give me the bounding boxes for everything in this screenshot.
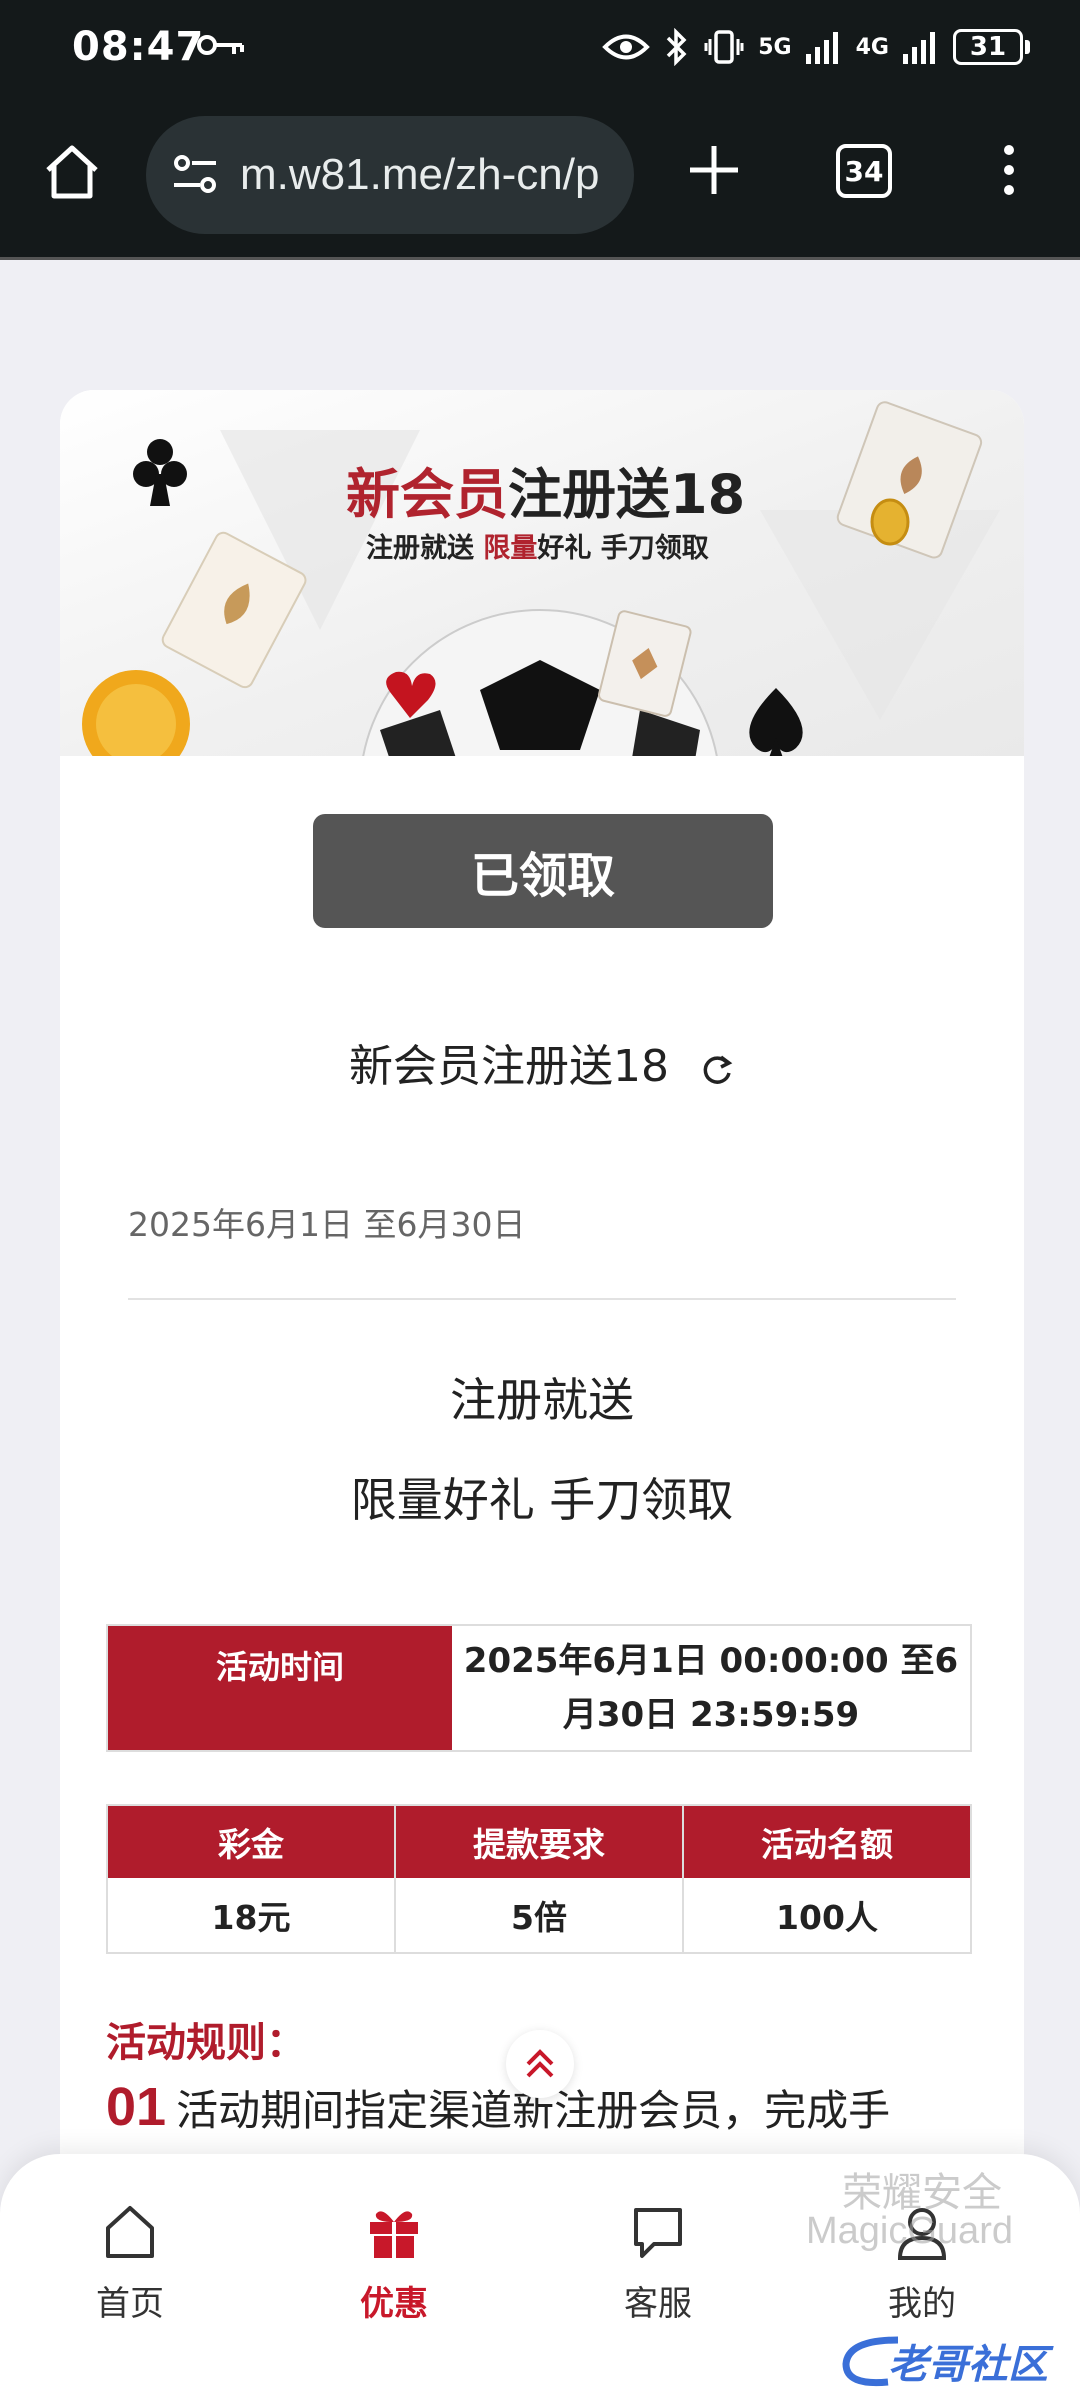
table-header-cell: 活动名额	[761, 1825, 893, 1864]
double-chevron-up-icon	[526, 2049, 554, 2078]
vibrate-icon	[704, 30, 744, 64]
rule-item: 01 活动期间指定渠道新注册会员，完成手	[106, 2076, 890, 2138]
promo-description-line1: 注册就送	[450, 1373, 634, 1427]
table-header-row: 彩金 提款要求 活动名额	[108, 1806, 970, 1878]
table-row: 18元 5倍 100人	[108, 1878, 970, 1952]
promo-banner: 新会员注册送18 注册就送 限量好礼 手刀领取	[60, 390, 1024, 756]
home-icon	[106, 2206, 154, 2258]
table-cell: 100人	[776, 1898, 878, 1937]
table-header-cell: 彩金	[108, 1806, 396, 1878]
home-icon[interactable]	[40, 140, 104, 204]
logo-swoosh-icon	[842, 2336, 899, 2387]
eye-icon	[602, 34, 651, 60]
table-cell: 18元	[108, 1878, 396, 1952]
table-cell: 5倍	[396, 1878, 684, 1952]
promo-date-range: 2025年6月1日 至6月30日	[128, 1205, 526, 1244]
bluetooth-icon	[667, 28, 687, 66]
nav-label: 首页	[96, 2284, 164, 2324]
banner-title: 新会员注册送18	[346, 463, 746, 526]
brand-logo: 老哥社区	[838, 2330, 1074, 2392]
signal-icon	[805, 32, 838, 64]
gift-icon	[370, 2211, 418, 2258]
key-icon	[197, 35, 244, 55]
network-4g-label: 4G	[855, 34, 889, 60]
watermark-text: MagicGuard	[806, 2210, 1013, 2252]
claimed-button[interactable]: 已领取	[313, 814, 773, 928]
new-tab-icon[interactable]	[684, 140, 744, 200]
nav-item-home[interactable]: 首页	[50, 2202, 210, 2325]
nav-item-promotions[interactable]: 优惠	[314, 2202, 474, 2325]
nav-label: 我的	[888, 2284, 956, 2324]
activity-time-value: 2025年6月1日 00:00:00 至6月30日 23:59:59	[463, 1641, 959, 1735]
chat-icon	[634, 2208, 682, 2258]
activity-time-table: 活动时间 2025年6月1日 00:00:00 至6月30日 23:59:59	[106, 1624, 972, 1752]
table-header-cell: 提款要求	[396, 1806, 684, 1878]
promo-card: 新会员注册送18 注册就送 限量好礼 手刀领取 已领取 新会员注册送18 202…	[60, 390, 1024, 2400]
browser-toolbar: m.w81.me/zh-cn/p 34	[0, 100, 1080, 260]
rules-title: 活动规则：	[106, 2020, 306, 2066]
tab-switcher-button[interactable]: 34	[836, 144, 892, 198]
address-bar[interactable]: m.w81.me/zh-cn/p	[146, 116, 634, 234]
activity-time-header: 活动时间	[108, 1626, 452, 1750]
bonus-table: 彩金 提款要求 活动名额 18元 5倍 100人	[106, 1804, 972, 1954]
status-bar: 08:47 5G 4G 31	[0, 0, 1080, 100]
battery-level: 31	[953, 29, 1023, 65]
promo-description-line2: 限量好礼 手刀领取	[350, 1473, 734, 1527]
brand-text: 老哥社区	[888, 2342, 1048, 2388]
url-text: m.w81.me/zh-cn/p	[240, 150, 600, 199]
refresh-icon[interactable]	[699, 1051, 735, 1087]
signal-icon	[903, 32, 935, 64]
banner-subtitle: 注册就送 限量好礼 手刀领取	[366, 533, 709, 564]
nav-item-customer-service[interactable]: 客服	[578, 2202, 738, 2325]
nav-label: 客服	[624, 2284, 692, 2324]
more-menu-icon[interactable]	[994, 140, 1024, 200]
club-suit-icon	[133, 439, 187, 506]
divider	[128, 1298, 956, 1300]
network-5g-label: 5G	[758, 34, 792, 60]
site-settings-icon[interactable]	[168, 147, 224, 203]
scroll-to-top-button[interactable]	[506, 2030, 574, 2098]
battery-indicator: 31	[953, 29, 1030, 65]
nav-label: 优惠	[360, 2284, 428, 2324]
rule-number: 01	[106, 2077, 167, 2137]
clock: 08:47	[72, 24, 205, 70]
promo-title: 新会员注册送18	[60, 1030, 1024, 1094]
banner-illustration	[82, 401, 1000, 756]
